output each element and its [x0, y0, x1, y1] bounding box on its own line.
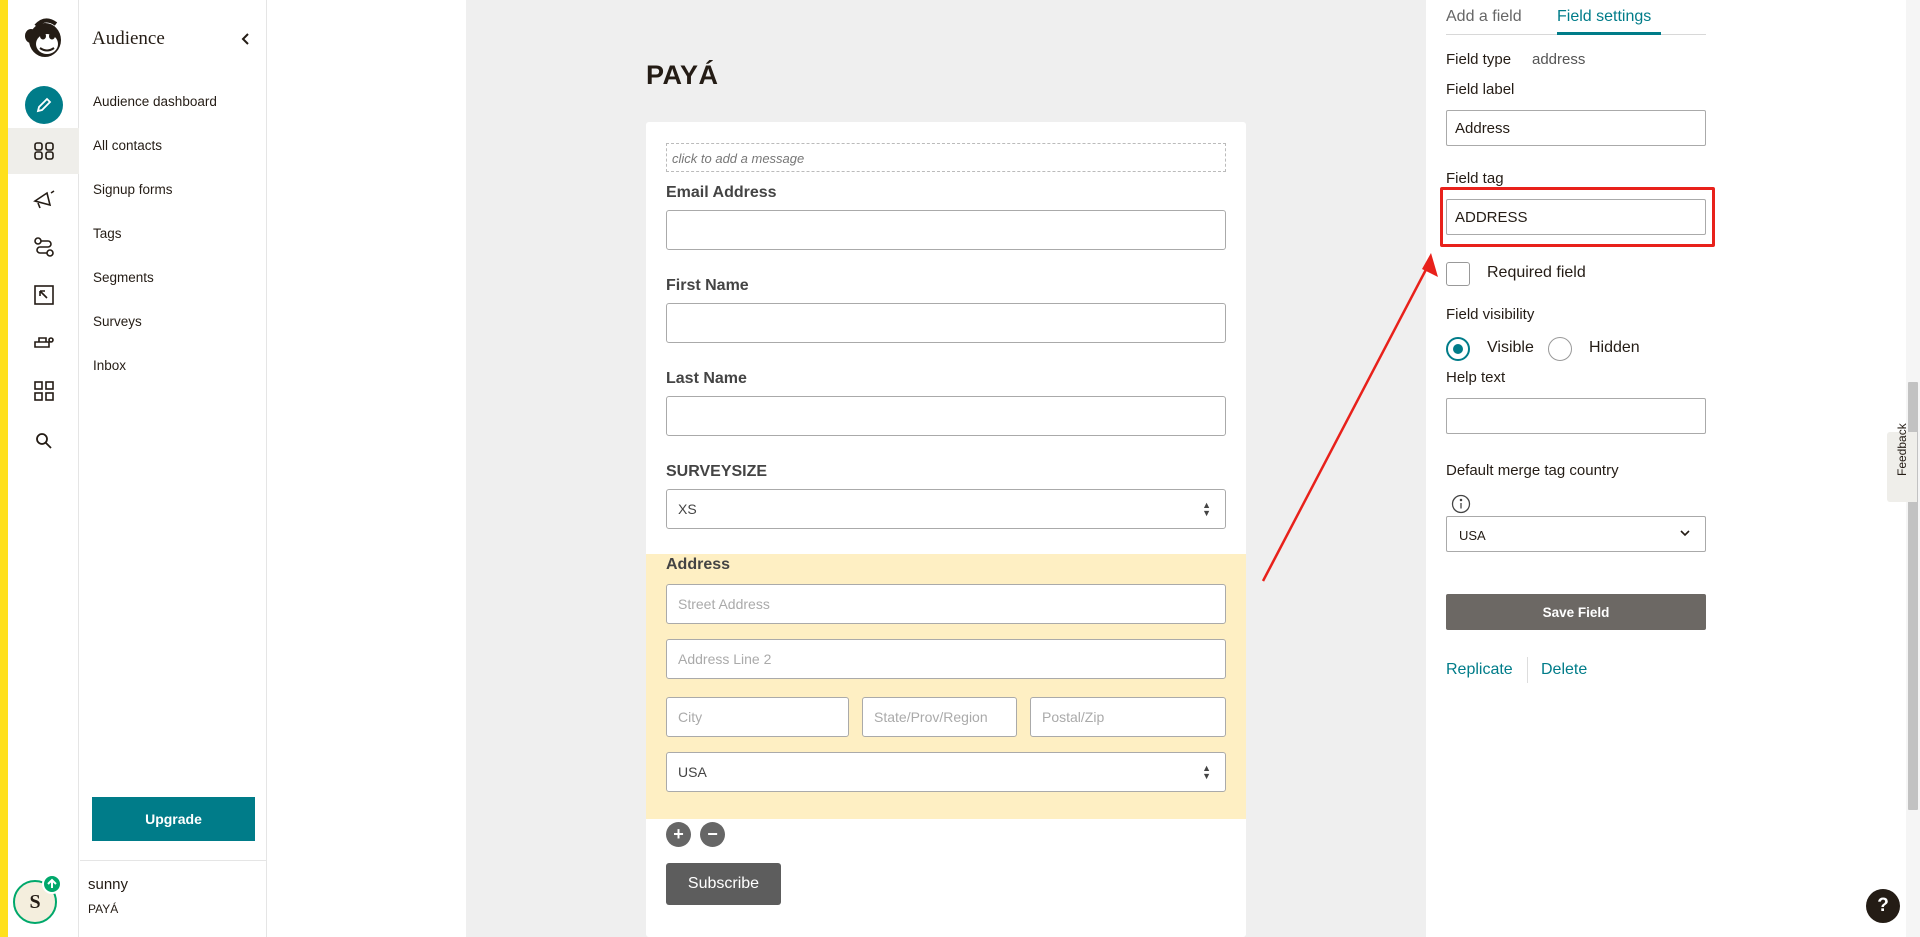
- user-org: PAYÁ: [88, 902, 119, 916]
- hidden-radio[interactable]: [1548, 337, 1572, 361]
- last-name-label: Last Name: [666, 370, 747, 387]
- add-field-plus-icon[interactable]: +: [666, 822, 691, 847]
- required-field-checkbox[interactable]: [1446, 262, 1470, 286]
- campaigns-megaphone-icon[interactable]: [8, 176, 79, 222]
- address-label: Address: [666, 556, 731, 573]
- zip-field[interactable]: Postal/Zip: [1030, 697, 1226, 737]
- tab-field-settings[interactable]: Field settings: [1557, 8, 1651, 26]
- annotation-arrow-icon: [1261, 253, 1438, 582]
- field-tag-label: Field tag: [1446, 170, 1504, 187]
- upgrade-arrow-icon: [42, 874, 62, 894]
- field-type-value: address: [1532, 51, 1586, 68]
- brand-strip: [0, 0, 8, 937]
- nav-item-surveys[interactable]: Surveys: [93, 314, 142, 329]
- search-icon[interactable]: [8, 418, 79, 464]
- first-name-label: First Name: [666, 277, 749, 294]
- automations-icon[interactable]: [8, 224, 79, 270]
- help-text-input[interactable]: [1446, 398, 1706, 434]
- merge-country-select[interactable]: USA: [1446, 516, 1706, 552]
- email-label: Email Address: [666, 184, 777, 201]
- visible-radio[interactable]: [1446, 337, 1470, 361]
- field-settings-panel: Add a field Field settings Field type ad…: [1426, 0, 1920, 937]
- nav-item-signup-forms[interactable]: Signup forms: [93, 182, 173, 197]
- tab-add-a-field[interactable]: Add a field: [1446, 8, 1522, 26]
- replicate-link[interactable]: Replicate: [1446, 661, 1513, 679]
- upgrade-button[interactable]: Upgrade: [92, 797, 255, 841]
- tab-active-indicator: [1557, 32, 1661, 35]
- annotation-highlight-box: [1440, 187, 1715, 247]
- mailchimp-logo-icon[interactable]: [22, 14, 68, 62]
- nav-divider: [80, 860, 267, 861]
- nav-item-tags[interactable]: Tags: [93, 226, 122, 241]
- surveysize-select[interactable]: XS ▲ ▼: [666, 489, 1226, 529]
- link-separator: [1527, 657, 1528, 683]
- visible-label: Visible: [1487, 339, 1534, 356]
- select-arrows-icon: ▲ ▼: [1202, 763, 1211, 781]
- website-icon[interactable]: [8, 272, 79, 318]
- content-studio-icon[interactable]: [8, 320, 79, 366]
- field-label-input[interactable]: Address: [1446, 110, 1706, 146]
- chevron-down-icon: [1679, 527, 1691, 542]
- create-pencil-icon[interactable]: [25, 86, 63, 124]
- help-text-label: Help text: [1446, 369, 1506, 386]
- form-message-placeholder[interactable]: click to add a message: [666, 143, 1226, 172]
- email-field[interactable]: [666, 210, 1226, 250]
- field-visibility-label: Field visibility: [1446, 306, 1535, 323]
- nav-item-all-contacts[interactable]: All contacts: [93, 138, 162, 153]
- address-country-select[interactable]: USA ▲ ▼: [666, 752, 1226, 792]
- city-field[interactable]: City: [666, 697, 849, 737]
- nav-item-audience-dashboard[interactable]: Audience dashboard: [93, 94, 217, 109]
- feedback-label[interactable]: Feedback: [1895, 423, 1909, 476]
- first-name-field[interactable]: [666, 303, 1226, 343]
- audience-icon[interactable]: [8, 128, 79, 174]
- save-field-button[interactable]: Save Field: [1446, 594, 1706, 630]
- required-field-label: Required field: [1487, 264, 1586, 281]
- field-label-label: Field label: [1446, 81, 1515, 98]
- address-field-block[interactable]: Address Street Address Address Line 2 Ci…: [646, 554, 1246, 819]
- state-field[interactable]: State/Prov/Region: [862, 697, 1017, 737]
- select-arrows-icon: ▲ ▼: [1202, 500, 1211, 518]
- help-button[interactable]: ?: [1866, 889, 1900, 923]
- surveysize-label: SURVEYSIZE: [666, 463, 768, 480]
- icon-rail: [8, 0, 79, 937]
- address-line2-field[interactable]: Address Line 2: [666, 639, 1226, 679]
- nav-item-segments[interactable]: Segments: [93, 270, 154, 285]
- integrations-grid-icon[interactable]: [8, 368, 79, 414]
- street-address-field[interactable]: Street Address: [666, 584, 1226, 624]
- delete-link[interactable]: Delete: [1541, 661, 1587, 679]
- user-name[interactable]: sunny: [88, 876, 128, 893]
- last-name-field[interactable]: [666, 396, 1226, 436]
- form-preview-card: click to add a message Email Address Fir…: [646, 122, 1246, 937]
- subscribe-button[interactable]: Subscribe: [666, 863, 781, 905]
- audience-nav-panel: Audience Audience dashboard All contacts…: [80, 0, 267, 937]
- remove-field-minus-icon[interactable]: −: [700, 822, 725, 847]
- nav-title: Audience: [92, 28, 165, 49]
- nav-item-inbox[interactable]: Inbox: [93, 358, 126, 373]
- merge-country-label: Default merge tag country: [1446, 462, 1619, 479]
- hidden-label: Hidden: [1589, 339, 1640, 356]
- field-type-label: Field type: [1446, 51, 1512, 68]
- form-title: PAYÁ: [646, 60, 719, 90]
- collapse-chevron-icon[interactable]: [236, 28, 256, 50]
